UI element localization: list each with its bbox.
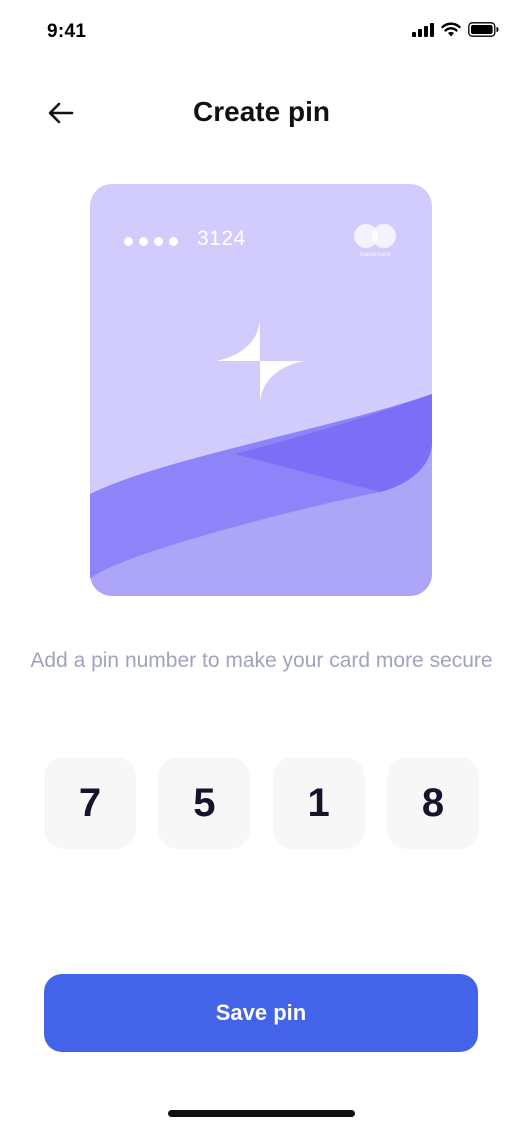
card-preview: 3124 mastercard <box>90 184 432 596</box>
pin-digit-2[interactable]: 5 <box>158 757 251 849</box>
status-bar: 9:41 <box>0 0 523 66</box>
status-icons <box>412 22 499 37</box>
mask-dot <box>154 237 163 246</box>
battery-icon <box>468 22 499 37</box>
cellular-signal-icon <box>412 22 434 37</box>
page-title: Create pin <box>193 96 330 127</box>
status-time: 9:41 <box>47 21 87 42</box>
header: Create pin <box>0 88 523 138</box>
pin-digit-4[interactable]: 8 <box>386 757 479 849</box>
wifi-icon <box>441 22 461 37</box>
mask-dot <box>124 237 133 246</box>
pin-input-group: 7 5 1 8 <box>44 757 479 849</box>
mastercard-logo: mastercard <box>352 223 402 263</box>
home-indicator <box>168 1110 355 1117</box>
pin-digit-1[interactable]: 7 <box>44 757 136 849</box>
save-pin-button[interactable]: Save pin <box>44 974 478 1052</box>
sparkle-star-icon <box>216 317 304 405</box>
card-masked-digits <box>124 237 178 246</box>
mask-dot <box>139 237 148 246</box>
card-last-digits: 3124 <box>197 227 246 250</box>
mastercard-circles-icon <box>354 224 396 248</box>
card-brand-label: mastercard <box>359 252 390 258</box>
pin-digit-3[interactable]: 1 <box>272 757 365 849</box>
mask-dot <box>169 237 178 246</box>
instruction-text: Add a pin number to make your card more … <box>30 649 493 672</box>
